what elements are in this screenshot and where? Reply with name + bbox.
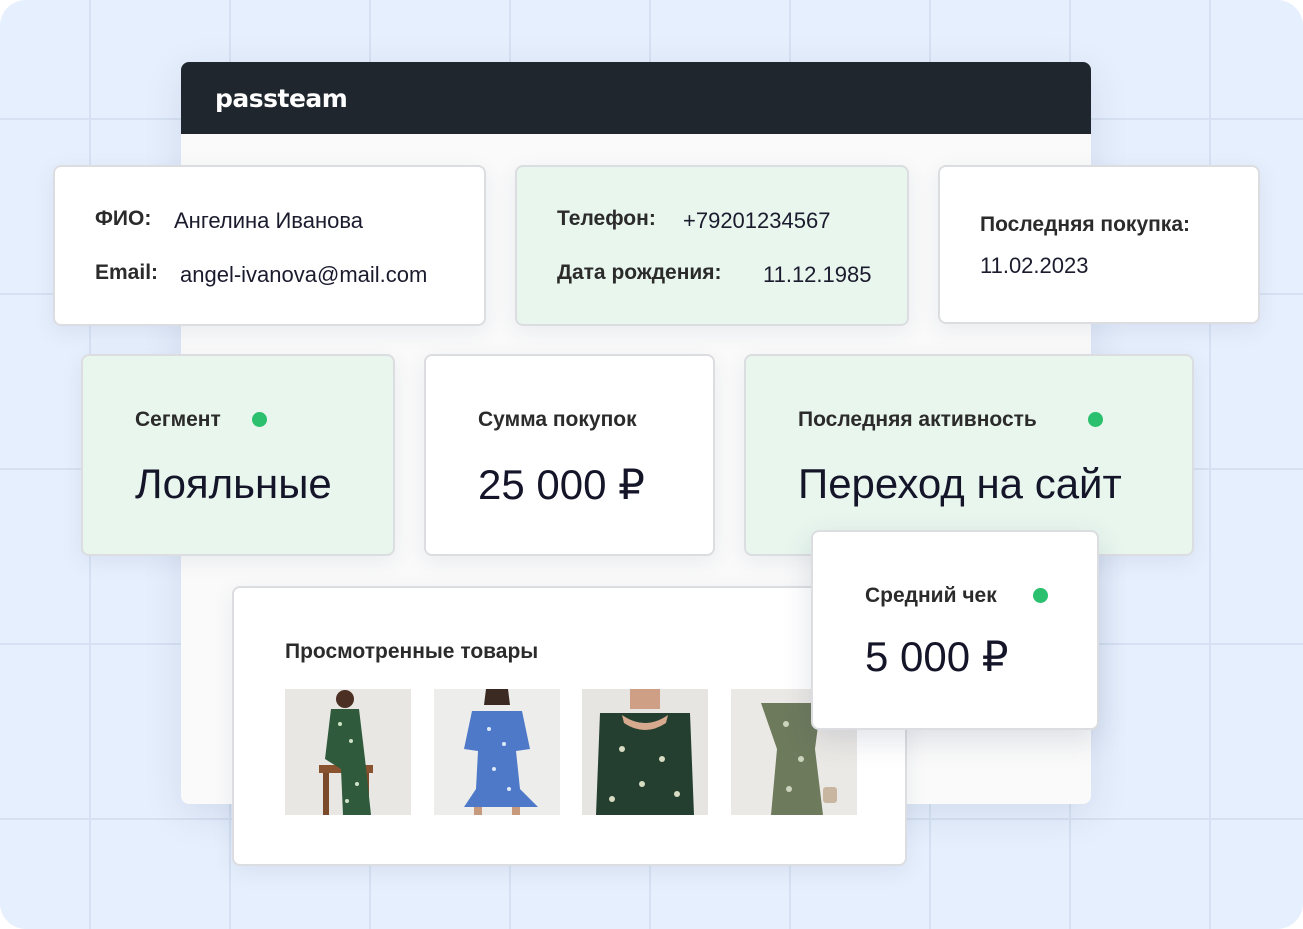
viewed-products-title: Просмотренные товары (285, 640, 539, 663)
name-label: ФИО: (95, 207, 152, 230)
purchases-sum-label: Сумма покупок (478, 408, 637, 431)
purchases-sum-card: Сумма покупок 25 000 ₽ (424, 354, 715, 556)
last-purchase-card: Последняя покупка: 11.02.2023 (938, 165, 1260, 324)
product-thumb-2[interactable] (434, 689, 560, 815)
green-floral-dress-image (285, 689, 411, 815)
product-thumb-3[interactable] (582, 689, 708, 815)
average-check-label: Средний чек (865, 584, 997, 607)
email-label: Email: (95, 261, 159, 284)
average-check-card: Средний чек 5 000 ₽ (811, 530, 1099, 730)
dark-green-floral-dress-image (582, 689, 708, 815)
birth-date-value: 11.12.1985 (763, 262, 872, 287)
viewed-products-card: Просмотренные товары (232, 586, 907, 866)
app-header: passteam (181, 62, 1091, 134)
birth-date-label: Дата рождения: (557, 261, 722, 284)
last-purchase-label: Последняя покупка: (980, 213, 1190, 236)
segment-status-dot (252, 412, 267, 427)
segment-card: Сегмент Лояльные (81, 354, 395, 556)
blue-floral-dress-image (434, 689, 560, 815)
name-value: Ангелина Иванова (174, 208, 364, 233)
last-purchase-value: 11.02.2023 (980, 253, 1089, 278)
product-thumb-1[interactable] (285, 689, 411, 815)
contact-card: ФИО: Ангелина Иванова Email: angel-ivano… (53, 165, 486, 326)
segment-label: Сегмент (135, 408, 221, 431)
last-activity-value: Переход на сайт (798, 460, 1122, 507)
email-value: angel-ivanova@mail.com (180, 262, 428, 287)
last-activity-status-dot (1088, 412, 1103, 427)
segment-value: Лояльные (135, 460, 332, 507)
phone-value: +79201234567 (683, 208, 831, 233)
phone-label: Телефон: (557, 207, 656, 230)
passteam-logo[interactable]: passteam (215, 84, 348, 113)
average-check-value: 5 000 ₽ (865, 633, 1009, 680)
last-activity-card: Последняя активность Переход на сайт (744, 354, 1194, 556)
personal-card: Телефон: +79201234567 Дата рождения: 11.… (515, 165, 909, 326)
last-activity-label: Последняя активность (798, 408, 1037, 431)
purchases-sum-value: 25 000 ₽ (478, 461, 645, 508)
background-grid: passteam ФИО: Ангелина Иванова Email: an… (0, 0, 1303, 929)
average-check-status-dot (1033, 588, 1048, 603)
